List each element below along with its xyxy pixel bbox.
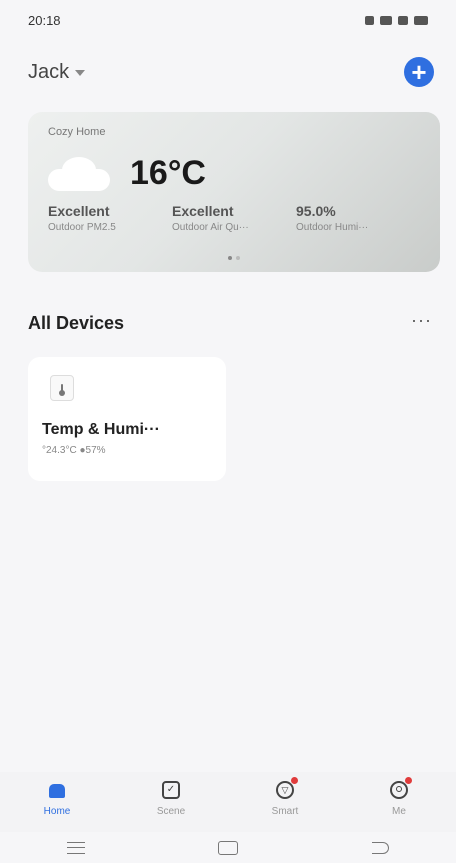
status-bar: 20:18: [0, 0, 456, 40]
notification-badge: [291, 777, 298, 784]
weather-metrics: Excellent Outdoor PM2.5 Excellent Outdoo…: [48, 203, 420, 233]
metric-value: Excellent: [172, 203, 234, 219]
home-outline-icon: [218, 840, 238, 855]
tab-smart[interactable]: ▽ Smart: [228, 772, 342, 832]
tab-home[interactable]: Home: [0, 772, 114, 832]
tab-me[interactable]: Me: [342, 772, 456, 832]
notification-icon: [365, 15, 374, 25]
all-devices-title: All Devices: [28, 313, 125, 333]
add-device-button[interactable]: +: [404, 57, 434, 87]
temperature-value: 16°C: [130, 154, 206, 192]
signal-icon: [380, 15, 392, 25]
me-icon: [389, 777, 412, 800]
plus-icon: +: [411, 57, 427, 87]
menu-icon: [67, 841, 85, 854]
metric-label: Outdoor Humi···: [296, 222, 369, 233]
tab-bar: Home ✓ Scene ▽ Smart Me: [0, 772, 456, 832]
page-dot: [228, 256, 232, 260]
header: Jack +: [28, 55, 434, 89]
page-dot: [236, 256, 240, 260]
status-icons: [365, 15, 428, 25]
page-indicator: [28, 256, 440, 260]
metric-label: Outdoor PM2.5: [48, 222, 116, 233]
home-selector[interactable]: Jack: [28, 60, 86, 84]
back-icon: [371, 841, 389, 854]
tab-scene[interactable]: ✓ Scene: [114, 772, 228, 832]
home-nav-button[interactable]: [208, 838, 248, 858]
battery-icon: [414, 15, 428, 25]
device-name: Temp & Humi···: [42, 421, 160, 438]
metric-value: 95.0%: [296, 203, 336, 219]
weather-card[interactable]: Cozy Home 16°C Excellent Outdoor PM2.5 E…: [28, 112, 440, 272]
metric-humidity: 95.0% Outdoor Humi···: [296, 203, 420, 233]
metric-label: Outdoor Air Qu···: [172, 222, 249, 233]
scene-icon: ✓: [161, 780, 181, 800]
metric-pm25: Excellent Outdoor PM2.5: [48, 203, 172, 233]
status-time: 20:18: [28, 12, 61, 28]
home-name-label: Jack: [28, 60, 70, 83]
recent-apps-button[interactable]: [56, 838, 96, 858]
tab-label: Me: [392, 806, 406, 817]
metric-value: Excellent: [48, 203, 110, 219]
tab-label: Scene: [156, 806, 186, 817]
smart-icon: ▽: [275, 777, 298, 800]
thermometer-icon: [50, 375, 74, 401]
cloud-icon: [48, 156, 110, 191]
system-nav-bar: [0, 832, 456, 863]
metric-air-quality: Excellent Outdoor Air Qu···: [172, 203, 296, 233]
caret-down-icon: [75, 70, 86, 76]
notification-badge: [405, 777, 412, 784]
more-options-button[interactable]: ···: [411, 310, 432, 331]
device-card[interactable]: Temp & Humi··· °24.3°C ●57%: [28, 357, 226, 481]
back-button[interactable]: [360, 838, 400, 858]
tab-label: Home: [43, 806, 71, 817]
tab-label: Smart: [271, 806, 299, 817]
wifi-icon: [398, 15, 408, 25]
home-icon: [47, 780, 67, 800]
device-readings: °24.3°C ●57%: [42, 445, 106, 456]
weather-home-label: Cozy Home: [48, 126, 106, 138]
